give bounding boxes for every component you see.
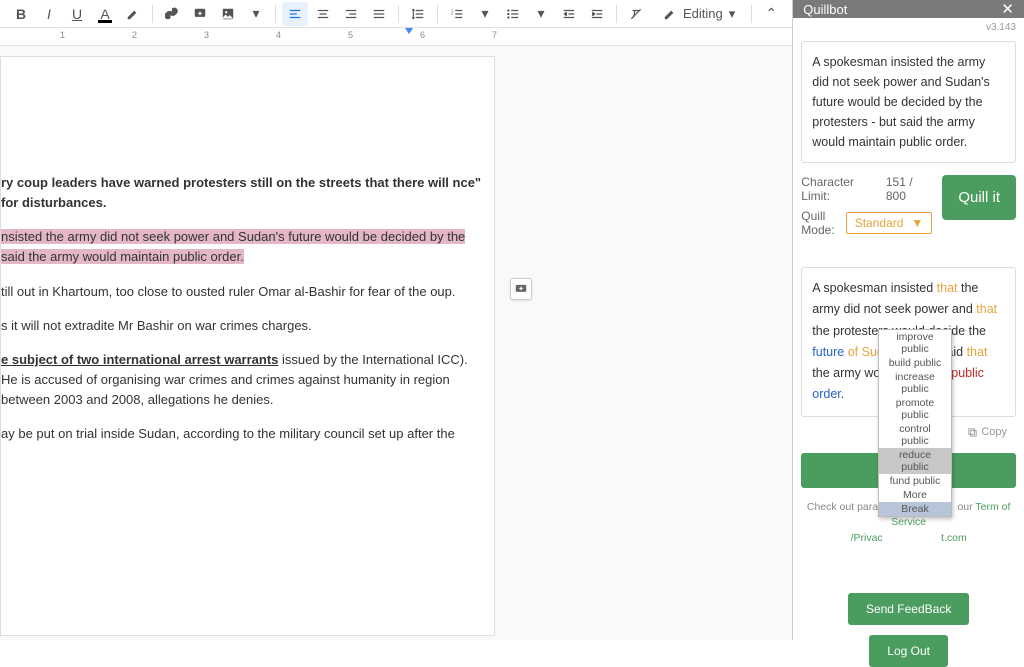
indent-decrease-button[interactable] <box>556 2 582 26</box>
italic-button[interactable]: I <box>36 2 62 26</box>
dd-item[interactable]: improve public <box>879 330 951 356</box>
chevron-down-icon: ▼ <box>911 216 923 230</box>
privacy-link[interactable]: /Privac <box>851 532 883 544</box>
panel-title: Quillbot <box>803 2 847 17</box>
clear-format-button[interactable] <box>623 2 649 26</box>
char-limit-value: 151 / 800 <box>886 175 932 203</box>
quill-it-button[interactable]: Quill it <box>942 175 1016 220</box>
document-area: ry coup leaders have warned protesters s… <box>0 46 792 640</box>
dropdown-icon[interactable]: ▾ <box>472 2 498 26</box>
editing-label: Editing <box>683 6 723 21</box>
align-justify-button[interactable] <box>366 2 392 26</box>
add-comment-button[interactable] <box>510 278 532 300</box>
ruler: 1 2 3 4 5 6 7 <box>0 28 792 46</box>
comment-button[interactable] <box>187 2 213 26</box>
dd-item[interactable]: fund public <box>879 474 951 488</box>
input-text-box[interactable]: A spokesman insisted the army did not se… <box>801 41 1016 163</box>
dd-item-more[interactable]: More <box>879 488 951 502</box>
mode-select[interactable]: Standard ▼ <box>846 212 933 234</box>
dropdown-icon[interactable]: ▾ <box>528 2 554 26</box>
char-limit-label: Character Limit: <box>801 175 880 203</box>
highlight-button[interactable] <box>120 2 146 26</box>
dd-item-break[interactable]: Break <box>879 502 951 516</box>
panel-header: Quillbot ✕ <box>793 0 1024 18</box>
site-link[interactable]: t.com <box>941 532 967 544</box>
bold-button[interactable]: B <box>8 2 34 26</box>
align-right-button[interactable] <box>338 2 364 26</box>
pencil-icon <box>663 7 677 21</box>
feedback-button[interactable]: Send FeedBack <box>848 593 969 625</box>
dd-item[interactable]: promote public <box>879 396 951 422</box>
copy-icon <box>967 427 978 438</box>
align-left-button[interactable] <box>282 2 308 26</box>
svg-text:2: 2 <box>451 12 453 16</box>
quillbot-panel: Quillbot ✕ v3.143 A spokesman insisted t… <box>792 0 1024 640</box>
image-button[interactable] <box>215 2 241 26</box>
dropdown-icon[interactable]: ▾ <box>243 2 269 26</box>
underline-button[interactable]: U <box>64 2 90 26</box>
text-color-button[interactable]: A <box>92 2 118 26</box>
dd-item[interactable]: increase public <box>879 370 951 396</box>
document-page[interactable]: ry coup leaders have warned protesters s… <box>0 56 495 636</box>
dd-item[interactable]: reduce public <box>879 448 951 474</box>
ruler-marker[interactable] <box>405 28 413 34</box>
dd-item[interactable]: build public <box>879 356 951 370</box>
toolbar: B I U A ▾ 12 ▾ ▾ <box>0 0 792 28</box>
copy-button[interactable]: Copy <box>967 423 1007 442</box>
synonym-dropdown: improve public build public increase pub… <box>878 329 952 517</box>
link-button[interactable] <box>159 2 185 26</box>
editing-mode-button[interactable]: Editing ▾ <box>653 2 745 26</box>
chevron-up-icon[interactable]: ⌃ <box>758 2 784 26</box>
close-icon[interactable]: ✕ <box>1001 0 1014 18</box>
plus-icon <box>514 282 528 296</box>
version-label: v3.143 <box>793 18 1024 37</box>
indent-increase-button[interactable] <box>584 2 610 26</box>
numbered-list-button[interactable]: 12 <box>444 2 470 26</box>
align-center-button[interactable] <box>310 2 336 26</box>
line-spacing-button[interactable] <box>405 2 431 26</box>
chevron-down-icon: ▾ <box>729 6 736 22</box>
dd-item[interactable]: control public <box>879 422 951 448</box>
mode-label: Quill Mode: <box>801 209 839 237</box>
bullet-list-button[interactable] <box>500 2 526 26</box>
